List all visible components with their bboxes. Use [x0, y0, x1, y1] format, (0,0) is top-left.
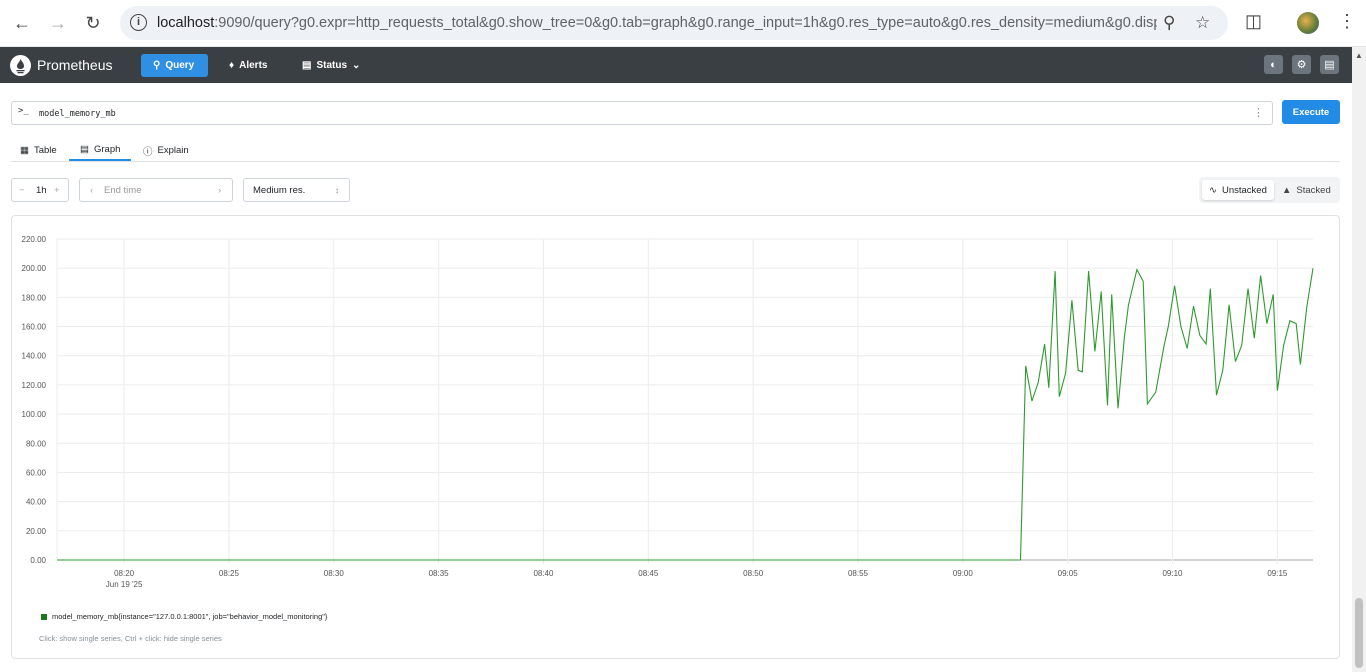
range-value: 1h	[36, 184, 47, 196]
tab-graph[interactable]: ▤ Graph	[69, 140, 132, 161]
browser-toolbar: ← → ↻ i localhost:9090/query?g0.expr=htt…	[0, 0, 1366, 47]
scroll-up-arrow-icon[interactable]: ▲	[1355, 51, 1363, 60]
end-time-placeholder: End time	[104, 184, 142, 196]
legend-label: model_memory_mb{instance="127.0.0.1:8001…	[52, 612, 328, 621]
line-chart-icon: ∿	[1209, 184, 1217, 196]
execute-button[interactable]: Execute	[1282, 100, 1340, 124]
tabs-divider	[11, 161, 1340, 162]
theme-toggle-icon[interactable]: ◐	[1264, 55, 1283, 74]
end-time-input[interactable]: ‹ End time ›	[79, 178, 233, 202]
tab-table-label: Table	[33, 145, 57, 156]
stacked-label: Stacked	[1296, 184, 1331, 196]
bell-icon: ♦	[229, 60, 235, 71]
nav-query-link[interactable]: ⚲ Query	[141, 54, 208, 77]
prometheus-logo-icon	[10, 55, 31, 76]
chevron-down-icon: ⌄	[352, 60, 361, 71]
browser-menu-icon[interactable]: ⋮	[1338, 11, 1356, 32]
nav-query-label: Query	[165, 60, 195, 71]
url-path: :9090/query?g0.expr=http_requests_total&…	[214, 15, 1157, 31]
nav-status-label: Status	[316, 60, 348, 71]
info-circle-icon: ⓘ	[143, 146, 153, 158]
graph-panel	[11, 215, 1340, 659]
table-icon: ▦	[20, 145, 29, 156]
forward-arrow-icon[interactable]: →	[45, 10, 71, 36]
legend-item[interactable]: model_memory_mb{instance="127.0.0.1:8001…	[41, 612, 327, 621]
unstacked-button[interactable]: ∿ Unstacked	[1202, 180, 1274, 200]
address-bar[interactable]: i localhost:9090/query?g0.expr=http_requ…	[120, 6, 1228, 40]
brand-name[interactable]: Prometheus	[37, 57, 112, 73]
chevron-right-icon[interactable]: ›	[218, 185, 221, 196]
site-info-icon[interactable]: i	[130, 14, 147, 31]
back-arrow-icon[interactable]: ←	[9, 10, 35, 36]
expression-input[interactable]: >_ model_memory_mb ⋮	[11, 101, 1273, 125]
docs-book-icon[interactable]: ▤	[1320, 55, 1339, 74]
settings-gear-icon[interactable]: ⚙	[1292, 55, 1311, 74]
url-text[interactable]: localhost:9090/query?g0.expr=http_reques…	[157, 15, 1157, 31]
tab-explain-label: Explain	[157, 145, 189, 156]
chevron-left-icon[interactable]: ‹	[90, 185, 93, 196]
expression-text[interactable]: model_memory_mb	[39, 109, 116, 119]
stack-mode-toggle: ∿ Unstacked ▲ Stacked	[1199, 177, 1340, 203]
minus-icon[interactable]: −	[19, 185, 25, 196]
resolution-select[interactable]: Medium res. ↕	[243, 178, 350, 202]
area-chart-icon: ▲	[1282, 184, 1292, 196]
resolution-value: Medium res.	[253, 184, 306, 196]
scrollbar-thumb[interactable]	[1355, 598, 1363, 668]
url-host: localhost	[157, 15, 215, 31]
tab-graph-label: Graph	[93, 144, 121, 155]
reload-icon[interactable]: ↻	[80, 10, 106, 36]
unstacked-label: Unstacked	[1221, 184, 1267, 196]
tab-explain[interactable]: ⓘ Explain	[143, 140, 189, 161]
profile-avatar[interactable]	[1297, 12, 1319, 34]
legend-swatch	[41, 613, 47, 620]
stacked-button[interactable]: ▲ Stacked	[1275, 180, 1338, 200]
more-options-icon[interactable]: ⋮	[1253, 106, 1264, 119]
range-input[interactable]: − 1h +	[11, 178, 69, 202]
bookmark-star-icon[interactable]: ☆	[1195, 13, 1210, 33]
legend-hint: Click: show single series, Ctrl + click:…	[39, 634, 222, 643]
select-arrows-icon: ↕	[335, 185, 339, 195]
plus-icon[interactable]: +	[54, 185, 60, 196]
graph-icon: ▤	[80, 144, 89, 155]
nav-alerts-link[interactable]: ♦ Alerts	[217, 54, 279, 77]
server-icon: ▤	[302, 60, 312, 71]
nav-alerts-label: Alerts	[239, 60, 268, 71]
app-navbar: Prometheus ⚲ Query ♦ Alerts ▤ Status ⌄ ◐ ⚙ ▤	[0, 47, 1352, 83]
terminal-prompt-icon: >_	[18, 106, 29, 116]
tab-table[interactable]: ▦ Table	[20, 140, 57, 161]
extensions-icon[interactable]: ◫	[1245, 11, 1262, 32]
nav-status-dropdown[interactable]: ▤ Status ⌄	[290, 54, 372, 77]
search-icon: ⚲	[153, 60, 161, 71]
page-scrollbar[interactable]	[1352, 47, 1366, 672]
zoom-icon[interactable]: ⚲	[1163, 13, 1175, 33]
